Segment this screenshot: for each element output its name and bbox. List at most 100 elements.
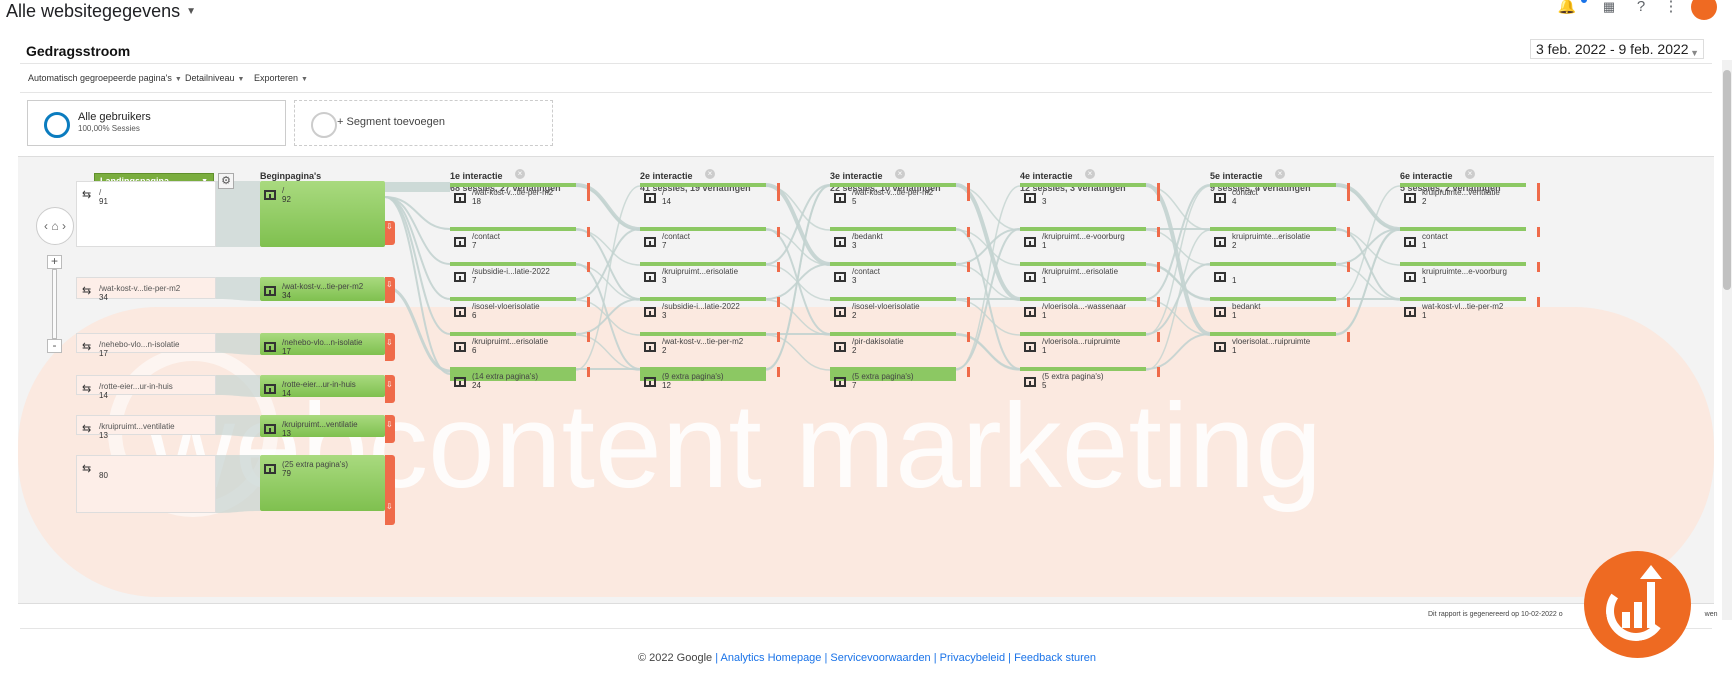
interaction-node[interactable]: kruipruimte...erisolatie 2 — [1210, 227, 1350, 257]
interaction-node[interactable]: (5 extra pagina's) 5 — [1020, 367, 1160, 397]
close-column-icon[interactable]: × — [1275, 169, 1285, 179]
drop-off-bar[interactable] — [777, 262, 780, 272]
analytics-homepage-link[interactable]: Analytics Homepage — [721, 652, 822, 664]
drop-off-bar[interactable] — [1157, 297, 1160, 307]
interaction-node[interactable]: vloerisolat...ruipruimte 1 — [1210, 332, 1350, 362]
close-column-icon[interactable]: × — [895, 169, 905, 179]
drop-off-bar[interactable] — [777, 332, 780, 342]
interaction-node[interactable]: bedankt 1 — [1210, 297, 1350, 327]
close-column-icon[interactable]: × — [705, 169, 715, 179]
interaction-node[interactable]: /contact 3 — [830, 262, 970, 292]
drop-off-bar[interactable] — [777, 367, 780, 377]
drop-off-bar[interactable] — [777, 183, 780, 201]
landing-source-node[interactable]: ⇆ 80 — [76, 455, 216, 513]
interaction-node[interactable]: /vloerisola...ruipruimte 1 — [1020, 332, 1160, 362]
drop-off-bar[interactable] — [967, 367, 970, 377]
interaction-node[interactable]: /kruipruimt...e-voorburg 1 — [1020, 227, 1160, 257]
interaction-node[interactable]: /subsidie-i...latie-2022 7 — [450, 262, 590, 292]
drop-off-bar[interactable] — [967, 332, 970, 342]
interaction-node[interactable]: /isosel-vloerisolatie 2 — [830, 297, 970, 327]
start-page-node[interactable]: ⇩ /92 — [260, 181, 395, 247]
drop-off-bar[interactable]: ⇩ — [385, 375, 395, 403]
drop-off-bar[interactable] — [587, 297, 590, 307]
close-column-icon[interactable]: × — [1465, 169, 1475, 179]
interaction-node[interactable]: wat-kost-vl...tie-per-m2 1 — [1400, 297, 1540, 327]
drop-off-bar[interactable] — [1537, 227, 1540, 237]
drop-off-bar[interactable] — [1537, 183, 1540, 201]
drop-off-bar[interactable] — [1157, 183, 1160, 201]
interaction-node[interactable]: /kruipruimt...erisolatie 3 — [640, 262, 780, 292]
drop-off-bar[interactable] — [967, 183, 970, 201]
start-page-node[interactable]: ⇩ /wat-kost-v...tie-per-m2 34 — [260, 277, 395, 303]
privacy-link[interactable]: Privacybeleid — [940, 652, 1005, 664]
interaction-node[interactable]: /kruipruimt...erisolatie 1 — [1020, 262, 1160, 292]
start-page-node[interactable]: ⇩ /nehebo-vlo...n-isolatie 17 — [260, 333, 395, 361]
drop-off-bar[interactable] — [1157, 227, 1160, 237]
add-segment-button[interactable]: + Segment toevoegen — [294, 100, 553, 146]
drop-off-bar[interactable] — [587, 332, 590, 342]
interaction-node[interactable]: /pir-dakisolatie 2 — [830, 332, 970, 362]
zoom-slider[interactable] — [52, 269, 57, 339]
interaction-node[interactable]: contact 1 — [1400, 227, 1540, 257]
landing-source-node[interactable]: ⇆ /91 — [76, 181, 216, 247]
landing-source-node[interactable]: ⇆ /kruipruimt...ventilatie 13 — [76, 415, 216, 440]
more-vert-icon[interactable]: ⋮ — [1660, 0, 1682, 18]
interaction-node[interactable]: /bedankt 3 — [830, 227, 970, 257]
drop-off-bar[interactable] — [1537, 262, 1540, 272]
interaction-node[interactable]: (5 extra pagina's) 7 — [830, 367, 970, 397]
interaction-node[interactable]: (9 extra pagina's) 12 — [640, 367, 780, 397]
drop-off-bar[interactable]: ⇩ — [385, 277, 395, 303]
behavior-flow-canvas[interactable]: webcontent marketing Landingspagina ▼ ⚙ … — [18, 156, 1714, 604]
grouping-menu[interactable]: Automatisch gegroepeerde pagina's ▼ — [28, 73, 182, 83]
terms-link[interactable]: Servicevoorwaarden — [830, 652, 930, 664]
scrollbar-thumb[interactable] — [1723, 70, 1731, 290]
zoom-in-button[interactable]: + — [47, 255, 62, 269]
drop-off-bar[interactable] — [777, 297, 780, 307]
drop-off-bar[interactable] — [967, 297, 970, 307]
interaction-node[interactable]: /contact 7 — [450, 227, 590, 257]
drop-off-bar[interactable] — [1157, 367, 1160, 377]
close-column-icon[interactable]: × — [515, 169, 525, 179]
drop-off-bar[interactable]: ⇩ — [385, 333, 395, 361]
interaction-node[interactable]: /14 — [640, 183, 780, 213]
drop-off-bar[interactable] — [967, 227, 970, 237]
apps-grid-icon[interactable]: ▦ — [1598, 0, 1620, 18]
drop-off-bar[interactable]: ⇩ — [385, 455, 395, 525]
interaction-node[interactable]: /wat-kost-v...tie-per-m2 2 — [640, 332, 780, 362]
landing-source-node[interactable]: ⇆ /nehebo-vlo...n-isolatie 17 — [76, 333, 216, 358]
drop-off-bar[interactable] — [1347, 262, 1350, 272]
close-column-icon[interactable]: × — [1085, 169, 1095, 179]
interaction-node[interactable]: /3 — [1020, 183, 1160, 213]
drop-off-bar[interactable]: ⇩ — [385, 221, 395, 245]
feedback-link[interactable]: Feedback sturen — [1014, 652, 1096, 664]
start-page-node[interactable]: ⇩ (25 extra pagina's) 79 — [260, 455, 395, 525]
interaction-node[interactable]: /subsidie-i...latie-2022 3 — [640, 297, 780, 327]
date-range-picker[interactable]: 3 feb. 2022 - 9 feb. 2022 ▼ — [1530, 39, 1704, 59]
drop-off-bar[interactable] — [1347, 332, 1350, 342]
drop-off-bar[interactable] — [587, 262, 590, 272]
segment-all-users[interactable]: Alle gebruikers 100,00% Sessies — [27, 100, 286, 146]
interaction-node[interactable]: /wat-kost-v...tie-per-m2 5 — [830, 183, 970, 213]
interaction-node[interactable]: kruipruimte...e-voorburg 1 — [1400, 262, 1540, 292]
interaction-node[interactable]: contact 4 — [1210, 183, 1350, 213]
scrollbar[interactable] — [1722, 60, 1732, 620]
interaction-node[interactable]: /isosel-vloerisolatie 6 — [450, 297, 590, 327]
drop-off-bar[interactable] — [587, 183, 590, 201]
avatar[interactable] — [1691, 0, 1717, 20]
pan-home-control[interactable]: ‹ ⌂ › — [36, 207, 74, 245]
export-menu[interactable]: Exporteren ▼ — [254, 73, 308, 83]
drop-off-bar[interactable] — [1347, 227, 1350, 237]
drop-off-bar[interactable]: ⇩ — [385, 415, 395, 443]
interaction-node[interactable]: /vloerisola...-wassenaar 1 — [1020, 297, 1160, 327]
drop-off-bar[interactable] — [777, 227, 780, 237]
drop-off-bar[interactable] — [587, 367, 590, 377]
drop-off-bar[interactable] — [967, 262, 970, 272]
start-page-node[interactable]: ⇩ /kruipruimt...ventilatie 13 — [260, 415, 395, 443]
drop-off-bar[interactable] — [587, 227, 590, 237]
interaction-node[interactable]: /wat-kost-v...tie-per-m2 18 — [450, 183, 590, 213]
gear-icon[interactable]: ⚙ — [218, 173, 234, 189]
interaction-node[interactable]: /contact 7 — [640, 227, 780, 257]
zoom-out-button[interactable]: - — [47, 339, 62, 353]
landing-source-node[interactable]: ⇆ /wat-kost-v...tie-per-m2 34 — [76, 277, 216, 302]
drop-off-bar[interactable] — [1157, 332, 1160, 342]
